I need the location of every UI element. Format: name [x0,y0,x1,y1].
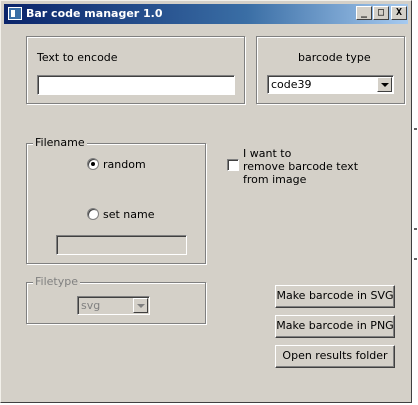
text-to-encode-label: Text to encode [37,51,118,64]
minimize-button[interactable]: _ [356,6,372,20]
backdrop-mark [414,228,417,230]
app-icon [8,7,22,20]
barcode-type-select[interactable]: code39 [267,75,394,94]
remove-text-label-line1: I want to [243,147,292,160]
remove-text-label-line2: remove barcode text [243,160,359,173]
set-name-radio[interactable] [87,208,99,220]
set-name-label: set name [103,208,155,221]
backdrop-mark [414,258,417,260]
remove-text-checkbox[interactable] [227,159,239,171]
window-title: Bar code manager 1.0 [26,7,163,20]
open-results-folder-button[interactable]: Open results folder [275,345,395,368]
backdrop-mark [414,128,417,130]
title-bar[interactable]: Bar code manager 1.0 _ □ X [4,4,408,24]
chevron-down-icon[interactable] [377,77,392,92]
filetype-group: Filetype svg [26,275,206,324]
filename-legend: Filename [33,136,87,149]
text-to-encode-input[interactable] [37,75,235,95]
text-to-encode-group: Text to encode [26,36,245,104]
filetype-value: svg [81,299,101,312]
barcode-type-label: barcode type [298,51,371,64]
make-svg-button[interactable]: Make barcode in SVG [275,285,395,308]
random-radio[interactable] [87,158,99,170]
close-button[interactable]: X [391,6,407,20]
random-label: random [103,158,146,171]
barcode-type-value: code39 [271,78,312,91]
chevron-down-icon[interactable] [133,298,148,313]
filetype-select[interactable]: svg [77,296,150,315]
barcode-type-group: barcode type code39 [256,36,405,104]
make-png-button[interactable]: Make barcode in PNG [275,315,395,338]
filetype-legend: Filetype [33,275,80,288]
remove-text-label-line3: from image [243,173,307,186]
main-window: Bar code manager 1.0 _ □ X Text to encod… [0,0,412,403]
maximize-button[interactable]: □ [373,6,389,20]
set-name-input[interactable] [56,235,187,255]
filename-group: Filename random set name [26,136,206,264]
